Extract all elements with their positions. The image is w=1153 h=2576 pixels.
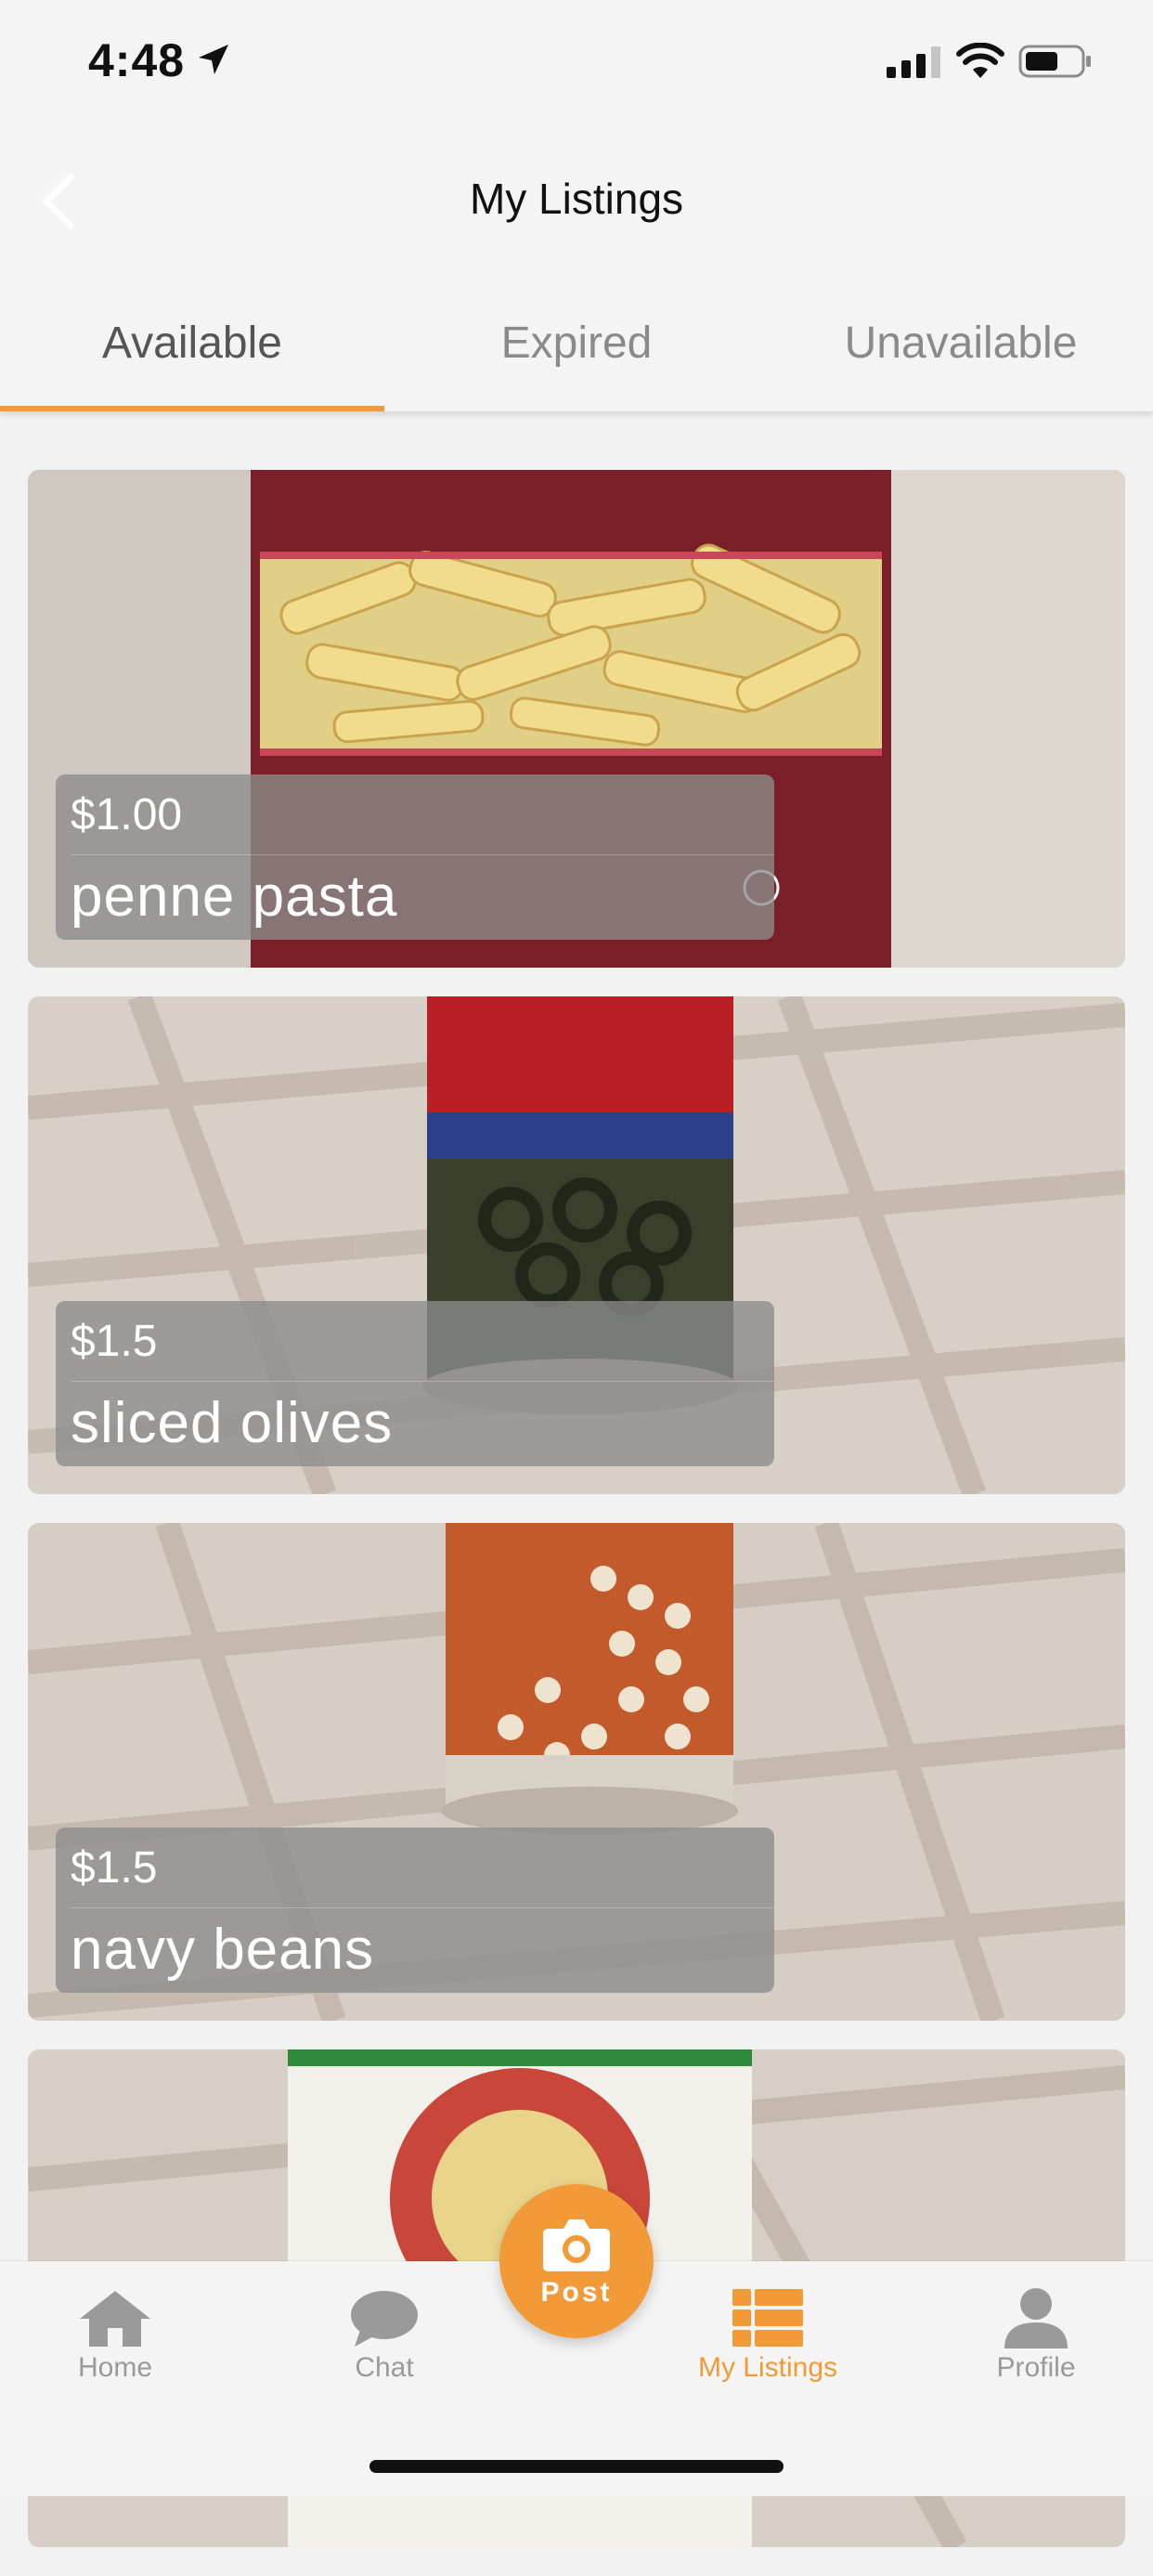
listing-card-navy-beans[interactable]: $1.5 navy beans [28,1523,1125,2021]
active-tab-indicator [0,406,384,411]
listing-price: $1.5 [71,1843,158,1893]
listing-card-penne-pasta[interactable]: $1.00 penne pasta [28,470,1125,968]
home-indicator [369,2460,784,2473]
listing-price: $1.5 [71,1317,158,1366]
listing-title: navy beans [71,1918,375,1982]
listing-card-sliced-olives[interactable]: $1.5 sliced olives [28,996,1125,1494]
listing-status-tabs: Available Expired Unavailable [0,274,1153,411]
status-bar: 4:48 [0,0,1153,125]
listing-info-overlay: $1.5 navy beans [56,1828,774,1993]
info-divider [71,854,774,855]
listing-title: sliced olives [71,1391,394,1455]
chat-bubble-icon [351,2291,418,2347]
tab-profile[interactable]: Profile [978,2261,1094,2410]
tab-my-listings[interactable]: My Listings [680,2261,856,2410]
page-title: My Listings [469,175,684,223]
tab-available[interactable]: Available [0,274,384,411]
post-button-label: Post [540,2277,613,2308]
listing-title: penne pasta [71,865,398,929]
tab-chat[interactable]: Chat [327,2261,442,2410]
tab-home-label: Home [77,2352,153,2383]
tab-unavailable[interactable]: Unavailable [769,274,1153,411]
listing-info-overlay: $1.5 sliced olives [56,1301,774,1466]
location-arrow-icon [199,45,228,74]
tab-profile-label: Profile [996,2352,1076,2383]
post-button[interactable]: Post [499,2184,654,2338]
listing-info-overlay: $1.00 penne pasta [56,774,774,940]
navigation-bar: My Listings [0,125,1153,274]
camera-icon [543,2219,610,2271]
list-icon [732,2289,803,2347]
tab-chat-label: Chat [355,2352,414,2383]
wifi-icon [956,43,1004,78]
listing-price: $1.00 [71,790,183,839]
status-time: 4:48 [88,34,186,86]
info-divider [71,1907,774,1908]
tab-home[interactable]: Home [58,2261,173,2410]
tab-expired[interactable]: Expired [384,274,769,411]
battery-icon [1018,45,1091,78]
tab-my-listings-label: My Listings [697,2352,838,2383]
cellular-signal-icon [887,46,940,78]
home-icon [80,2291,150,2347]
info-divider [71,1381,774,1382]
person-icon [1004,2288,1068,2348]
